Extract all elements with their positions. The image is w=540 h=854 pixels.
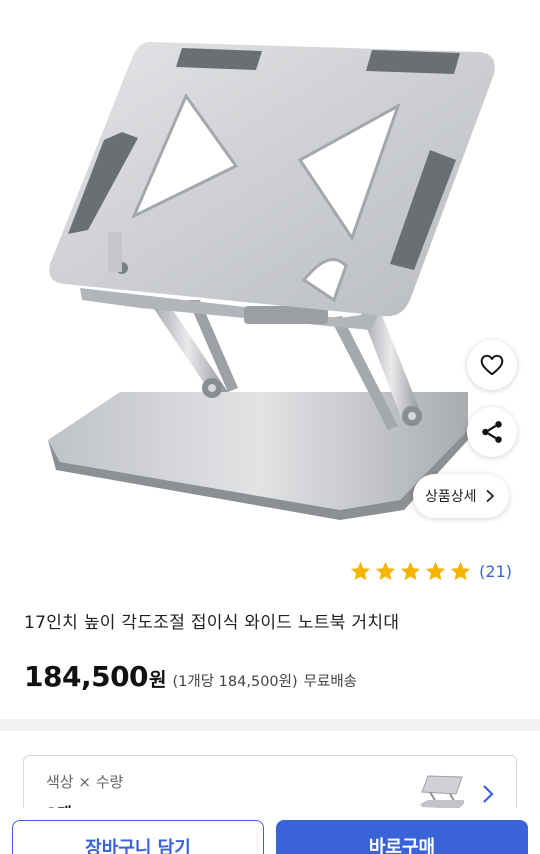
add-to-cart-button[interactable]: 장바구니 담기: [12, 820, 264, 854]
chevron-right-icon: [485, 489, 494, 503]
option-thumbnail: [420, 775, 464, 809]
product-detail-button[interactable]: 상품상세: [413, 474, 509, 518]
star-icon: [351, 561, 371, 581]
share-button[interactable]: [467, 407, 517, 457]
star-icon: [401, 561, 421, 581]
review-count[interactable]: (21): [479, 562, 512, 581]
star-icon: [451, 561, 471, 581]
chevron-right-icon: [483, 785, 494, 803]
product-image[interactable]: [0, 0, 540, 540]
heart-icon: [480, 354, 504, 376]
price-unit: 원: [149, 669, 167, 691]
share-icon: [482, 421, 502, 443]
product-detail-label: 상품상세: [425, 489, 477, 505]
price-row: 184,500 원 (1개당 184,500원) 무료배송: [24, 660, 357, 693]
product-title: 17인치 높이 각도조절 접이식 와이드 노트북 거치대: [24, 613, 400, 633]
buy-now-button[interactable]: 바로구매: [276, 820, 528, 854]
section-divider: [0, 719, 540, 731]
star-icon: [426, 561, 446, 581]
shipping-info: 무료배송: [303, 674, 358, 690]
wishlist-button[interactable]: [467, 340, 517, 390]
option-label: 색상 × 수량: [46, 773, 124, 791]
bottom-action-bar: 장바구니 담기 바로구매: [0, 808, 540, 854]
star-icon: [376, 561, 396, 581]
unit-price-note: (1개당 184,500원): [172, 674, 298, 690]
laptop-stand-illustration: [48, 42, 495, 520]
price: 184,500: [24, 660, 149, 693]
rating[interactable]: (21): [349, 560, 512, 583]
